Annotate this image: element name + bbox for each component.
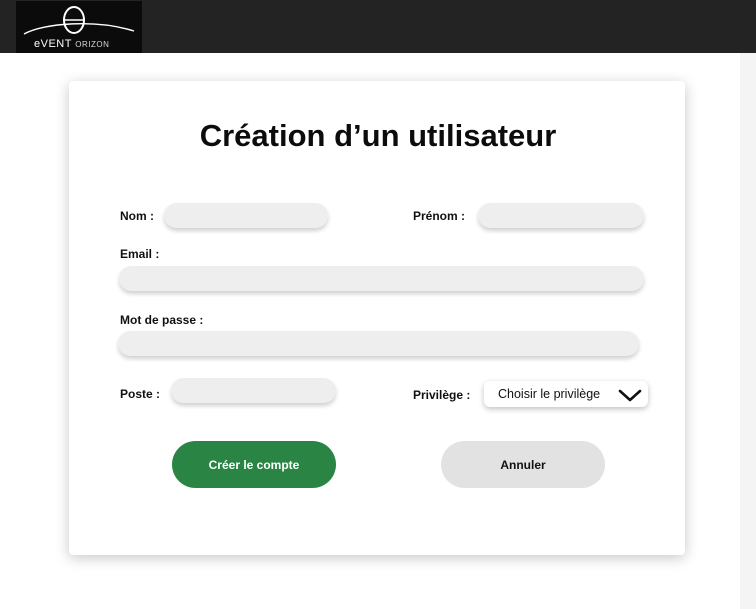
app-logo[interactable]: eVENT ORIZON xyxy=(16,1,142,53)
password-label: Mot de passe : xyxy=(120,313,204,327)
privilege-selected-value: Choisir le privilège xyxy=(498,387,601,401)
chevron-down-icon xyxy=(618,389,642,402)
poste-input[interactable] xyxy=(171,378,336,403)
create-account-button[interactable]: Créer le compte xyxy=(172,441,336,488)
email-input[interactable] xyxy=(119,266,644,291)
logo-text-main: eVENT xyxy=(34,38,72,50)
nom-label: Nom : xyxy=(120,209,154,223)
logo-text-sub: ORIZON xyxy=(75,40,110,49)
privilege-select[interactable]: Choisir le privilège xyxy=(484,381,648,407)
password-input[interactable] xyxy=(118,331,639,356)
privilege-label: Privilège : xyxy=(413,388,471,402)
logo-text: eVENT ORIZON xyxy=(34,38,109,50)
top-bar: eVENT ORIZON xyxy=(0,0,756,53)
prenom-input[interactable] xyxy=(478,203,644,228)
nom-input[interactable] xyxy=(164,203,328,228)
poste-label: Poste : xyxy=(120,387,161,401)
prenom-label: Prénom : xyxy=(413,209,466,223)
cancel-button[interactable]: Annuler xyxy=(441,441,605,488)
email-label: Email : xyxy=(120,247,160,261)
page-title: Création d’un utilisateur xyxy=(199,118,557,153)
